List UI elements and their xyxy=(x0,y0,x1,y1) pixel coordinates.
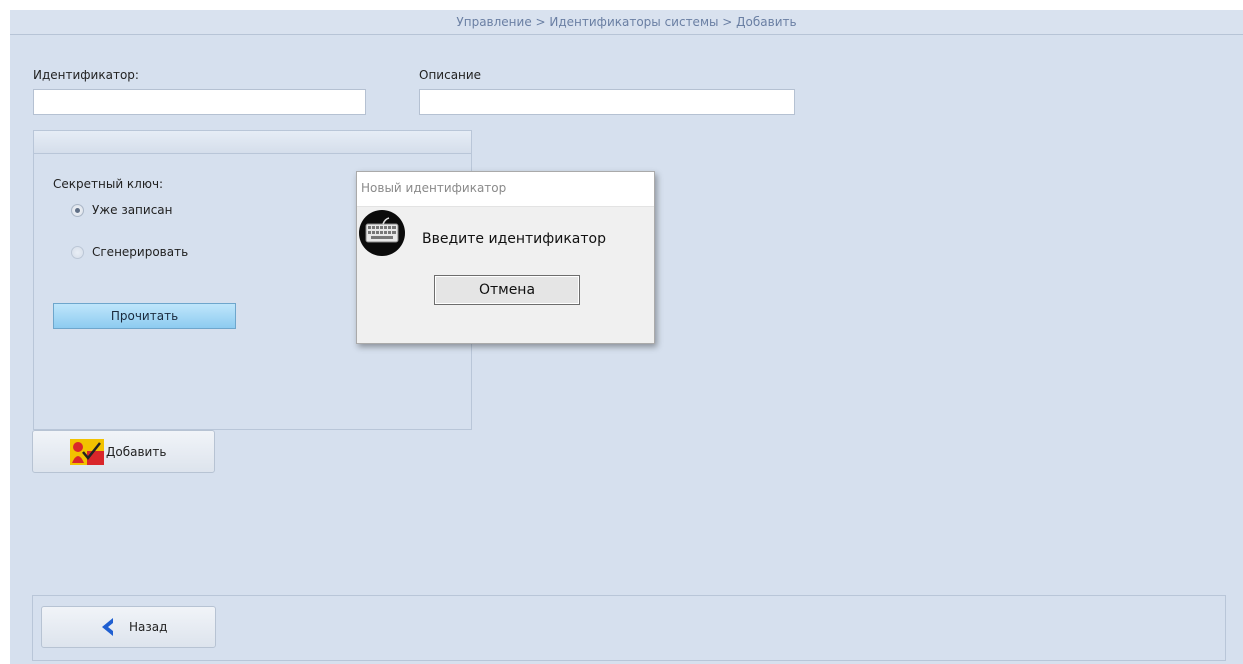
new-identifier-dialog: Новый идентификатор Введите идентификато… xyxy=(356,171,655,344)
identifier-input[interactable] xyxy=(33,89,366,115)
radio-label: Уже записан xyxy=(92,203,173,217)
radio-generate[interactable]: Сгенерировать xyxy=(71,245,188,259)
back-button[interactable]: Назад xyxy=(41,606,216,648)
back-button-label: Назад xyxy=(129,620,168,634)
bottom-toolbar: Назад xyxy=(32,595,1226,661)
secret-key-label: Секретный ключ: xyxy=(53,177,164,191)
add-button[interactable]: Добавить xyxy=(32,430,215,473)
dialog-message: Введите идентификатор xyxy=(422,231,606,247)
identifier-label: Идентификатор: xyxy=(33,68,139,82)
keyboard-icon xyxy=(359,210,405,256)
add-user-icon xyxy=(70,438,104,465)
description-label: Описание xyxy=(419,68,482,82)
radio-already-written[interactable]: Уже записан xyxy=(71,203,173,217)
read-button[interactable]: Прочитать xyxy=(53,303,236,329)
main-window: Управление > Идентификаторы системы > До… xyxy=(10,10,1243,664)
radio-unselected-icon xyxy=(71,245,84,259)
chevron-left-icon xyxy=(97,616,119,638)
radio-label: Сгенерировать xyxy=(92,245,189,259)
description-input[interactable] xyxy=(419,89,795,115)
panel-header-bar xyxy=(34,131,471,154)
radio-selected-icon xyxy=(71,203,84,217)
add-button-label: Добавить xyxy=(106,444,167,459)
dialog-title: Новый идентификатор xyxy=(357,172,654,207)
cancel-button[interactable]: Отмена xyxy=(434,275,580,305)
breadcrumb: Управление > Идентификаторы системы > До… xyxy=(10,10,1243,35)
